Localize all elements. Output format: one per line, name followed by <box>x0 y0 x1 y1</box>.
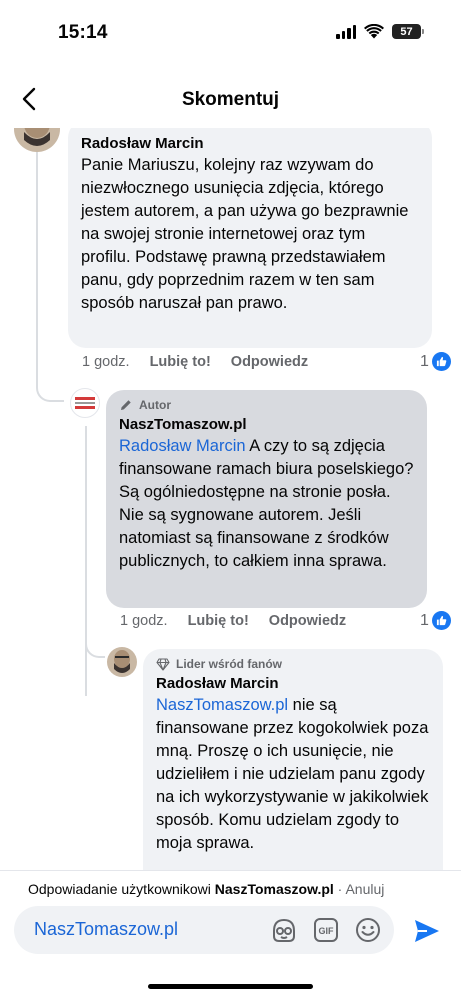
gif-icon: GIF <box>314 918 338 942</box>
comment-author-name[interactable]: Radosław Marcin <box>156 674 430 694</box>
emoji-icon <box>356 918 380 942</box>
send-button[interactable] <box>410 914 444 948</box>
top-fan-badge: Lider wśród fanów <box>156 657 430 671</box>
comment-text: NaszTomaszow.pl nie są finansowane przez… <box>156 694 430 855</box>
emoji-button[interactable] <box>354 916 382 944</box>
mention-link[interactable]: Radosław Marcin <box>119 437 246 455</box>
like-button[interactable]: Lubię to! <box>150 354 211 370</box>
comment-time: 1 godz. <box>82 354 130 370</box>
avatar[interactable] <box>14 128 60 152</box>
avatar-sticker-button[interactable] <box>270 916 298 944</box>
comment-author-name[interactable]: NaszTomaszow.pl <box>119 415 414 435</box>
comment-text: Radosław Marcin A czy to są zdjęcia fina… <box>119 435 414 573</box>
page-title: Skomentuj <box>181 89 280 110</box>
comment-thread[interactable]: Radosław Marcin Panie Mariuszu, kolejny … <box>0 128 461 870</box>
status-icons: 57 <box>336 24 424 39</box>
battery-level: 57 <box>400 25 413 38</box>
comment-bubble[interactable]: Lider wśród fanów Radosław Marcin NaszTo… <box>143 649 443 870</box>
replying-to-bar: Odpowiadanie użytkownikowi NaszTomaszow.… <box>0 870 461 908</box>
top-fan-badge-label: Lider wśród fanów <box>176 657 283 671</box>
svg-text:GIF: GIF <box>319 926 335 936</box>
reply-button[interactable]: Odpowiedz <box>231 354 308 370</box>
composer-tools: GIF <box>270 916 382 944</box>
reply-button[interactable]: Odpowiedz <box>269 613 346 629</box>
reaction-count-value: 1 <box>420 352 429 370</box>
cellular-signal-icon <box>336 24 356 39</box>
wifi-icon <box>364 24 384 39</box>
comment-input-value[interactable]: NaszTomaszow.pl <box>34 919 178 940</box>
comment-text: Panie Mariuszu, kolejny raz wzywam do ni… <box>81 156 409 312</box>
comment-input[interactable]: NaszTomaszow.pl GIF <box>14 906 394 954</box>
battery-indicator: 57 <box>392 24 424 39</box>
comment-author-name[interactable]: Radosław Marcin <box>81 134 419 154</box>
comment-actions: 1 godz. Lubię to! Odpowiedz <box>120 613 346 629</box>
status-time: 15:14 <box>58 22 108 43</box>
mention-link[interactable]: NaszTomaszow.pl <box>156 696 288 714</box>
pencil-icon <box>121 400 131 410</box>
comment-body: nie są finansowane przez kogokolwiek poz… <box>156 696 429 852</box>
replying-to-target: NaszTomaszow.pl <box>214 881 334 897</box>
gif-button[interactable]: GIF <box>312 916 340 944</box>
replying-to-separator: · <box>333 881 346 897</box>
reaction-count[interactable]: 1 <box>420 611 451 630</box>
thread-connector <box>36 378 64 402</box>
reaction-count-value: 1 <box>420 611 429 629</box>
comment-actions: 1 godz. Lubię to! Odpowiedz <box>82 354 308 370</box>
reaction-count[interactable]: 1 <box>420 352 451 371</box>
status-bar: 15:14 57 <box>0 0 461 70</box>
home-indicator[interactable] <box>148 984 313 989</box>
replying-to-prefix: Odpowiadanie użytkownikowi <box>28 881 215 897</box>
comment-body: A czy to są zdjęcia finansowane ramach b… <box>119 437 414 570</box>
like-icon <box>431 352 451 371</box>
author-badge-label: Autor <box>139 398 171 412</box>
avatar-sticker-icon <box>273 918 295 942</box>
avatar[interactable] <box>70 388 100 418</box>
thread-line <box>36 128 38 378</box>
author-badge: Autor <box>119 398 414 412</box>
comment-bubble[interactable]: Autor NaszTomaszow.pl Radosław Marcin A … <box>106 390 427 608</box>
cancel-reply-button[interactable]: Anuluj <box>345 881 384 897</box>
comment-time: 1 godz. <box>120 613 168 629</box>
like-button[interactable]: Lubię to! <box>188 613 249 629</box>
thread-line <box>85 426 87 696</box>
like-icon <box>431 611 451 630</box>
send-icon <box>415 920 439 942</box>
avatar[interactable] <box>107 647 137 677</box>
header: Skomentuj <box>0 70 461 128</box>
comment-bubble[interactable]: Radosław Marcin Panie Mariuszu, kolejny … <box>68 128 432 348</box>
diamond-icon <box>156 657 170 671</box>
thread-connector <box>85 628 105 658</box>
